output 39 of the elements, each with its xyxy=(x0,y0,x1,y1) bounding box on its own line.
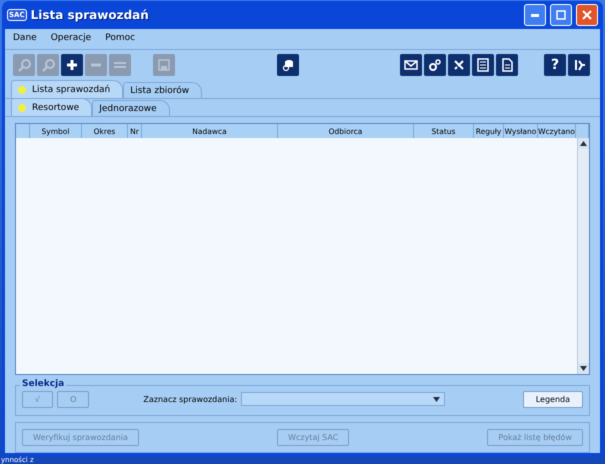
legend-button[interactable]: Legenda xyxy=(522,390,583,408)
combo-label: Zaznacz sprawozdania: xyxy=(143,394,238,404)
exit-icon xyxy=(572,58,586,72)
minimize-icon xyxy=(531,14,539,16)
menu-item[interactable]: Operacje xyxy=(50,33,92,45)
toolbar-button[interactable] xyxy=(568,54,590,76)
menu-item[interactable]: Pomoc xyxy=(105,33,136,45)
close-button[interactable] xyxy=(576,4,598,26)
toolbar-button[interactable] xyxy=(472,54,494,76)
window-title: Lista sprawozdań xyxy=(30,8,150,22)
gears-icon xyxy=(428,58,442,72)
toolbar-button[interactable] xyxy=(61,54,83,76)
envelope-icon xyxy=(404,58,418,72)
list-icon xyxy=(476,58,490,72)
close-icon xyxy=(582,10,592,20)
help-button[interactable]: ? xyxy=(544,54,566,76)
toolbar-button[interactable] xyxy=(496,54,518,76)
add-icon xyxy=(65,58,79,72)
tab[interactable]: Lista zbiorów xyxy=(123,82,202,98)
toolbar-button[interactable] xyxy=(400,54,422,76)
toolbar-button[interactable] xyxy=(276,54,298,76)
save-icon xyxy=(157,58,171,72)
menu-item[interactable]: Dane xyxy=(13,33,37,45)
tab[interactable]: Resortowe xyxy=(11,98,92,116)
zoom-icon xyxy=(17,58,31,72)
document-icon xyxy=(500,58,514,72)
dropdown-caret-icon[interactable] xyxy=(433,396,440,402)
scroll-down-icon[interactable] xyxy=(580,366,587,371)
tab[interactable]: Jednorazowe xyxy=(92,100,170,116)
scrollbar[interactable] xyxy=(577,138,589,374)
minimize-button[interactable] xyxy=(524,4,546,26)
toolbar-button[interactable] xyxy=(424,54,446,76)
maximize-icon xyxy=(556,10,566,20)
tab[interactable]: Lista sprawozdań xyxy=(11,80,124,98)
group-title: Selekcja xyxy=(20,378,66,389)
scroll-up-icon[interactable] xyxy=(580,141,587,146)
search-icon xyxy=(41,58,55,72)
maximize-button[interactable] xyxy=(550,4,572,26)
toolbar-button[interactable] xyxy=(448,54,470,76)
